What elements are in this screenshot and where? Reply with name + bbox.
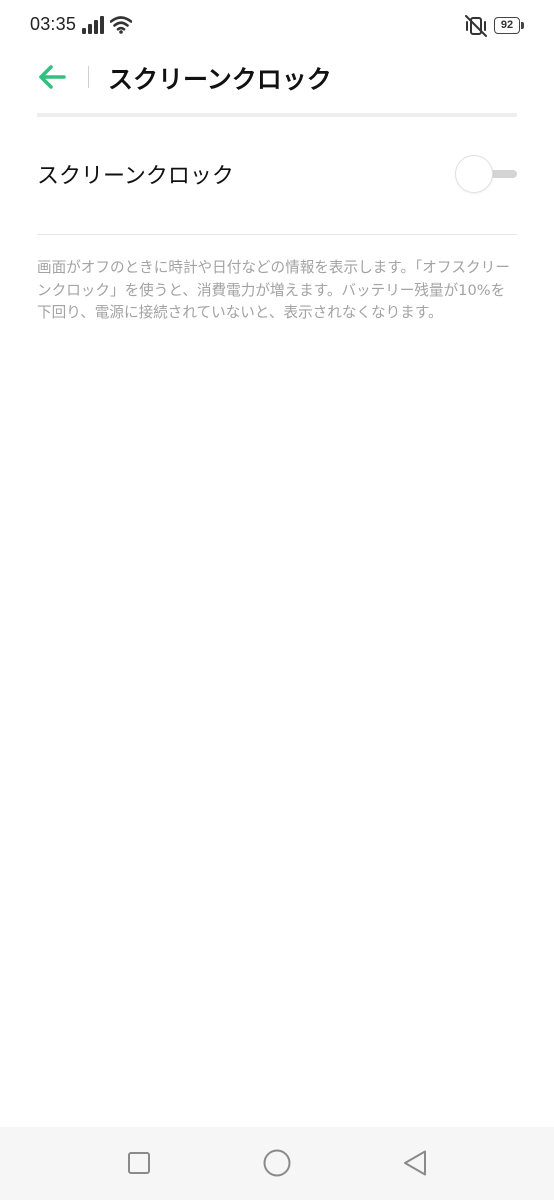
setting-label: スクリーンクロック [37,164,234,189]
screen: 03:35 92 スクリーンクロック スクリーンクロック 画面がオフのときに時計… [0,0,554,1200]
battery-icon: 92 [494,17,526,36]
status-time: 03:35 [30,14,77,34]
vibrate-mute-icon [465,15,487,37]
page-title: スクリーンクロック [108,65,332,94]
navigation-bar [0,1127,554,1200]
battery-tip [521,22,524,29]
header: スクリーンクロック [0,54,554,100]
screen-clock-toggle[interactable] [455,154,517,194]
home-icon[interactable] [261,1147,293,1179]
arrow-left-icon[interactable] [36,62,70,92]
back-icon[interactable] [400,1147,432,1179]
battery-body: 92 [494,17,520,34]
header-divider [88,66,89,88]
screen-clock-setting-row[interactable]: スクリーンクロック [37,140,517,206]
row-separator [37,234,517,235]
setting-description: 画面がオフのときに時計や日付などの情報を表示します。「オフスクリーンクロック」を… [37,259,510,321]
wifi-icon [110,16,132,34]
top-separator [37,113,517,117]
battery-level: 92 [500,19,514,31]
signal-icon [82,16,104,34]
status-bar: 03:35 92 [0,0,554,54]
toggle-knob [455,155,493,193]
recent-apps-icon[interactable] [123,1147,155,1179]
